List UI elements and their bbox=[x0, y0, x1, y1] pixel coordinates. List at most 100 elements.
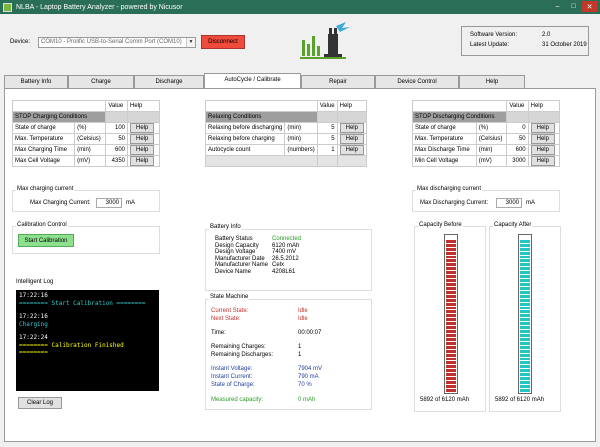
help-button[interactable]: Help bbox=[130, 156, 155, 166]
value-cell[interactable]: 5 bbox=[316, 133, 338, 145]
device-label: Device: bbox=[10, 39, 31, 45]
grid-filler bbox=[205, 155, 318, 167]
capacity-segment bbox=[520, 239, 530, 243]
capacity-segment bbox=[520, 290, 530, 294]
capacity-segment bbox=[446, 373, 456, 377]
log-line: ======== Start Calibration ======== bbox=[19, 299, 146, 307]
value-cell[interactable]: 5 bbox=[316, 122, 338, 134]
value-cell[interactable]: 4350 bbox=[105, 155, 128, 167]
capacity-segment bbox=[446, 384, 456, 388]
capacity-segment bbox=[520, 357, 530, 361]
capacity-after-bar bbox=[518, 234, 532, 394]
row-label: Relaxing before charging bbox=[204, 133, 286, 145]
remaining-discharges-value: 1 bbox=[298, 352, 302, 358]
help-button[interactable]: Help bbox=[530, 134, 555, 144]
help-button[interactable]: Help bbox=[130, 123, 155, 133]
tab-help[interactable]: Help bbox=[459, 75, 525, 89]
capacity-segment bbox=[520, 259, 530, 263]
time-value: 00:00:07 bbox=[298, 330, 322, 336]
max-discharging-input[interactable]: 3000 bbox=[496, 198, 522, 208]
row-unit: (mV) bbox=[74, 155, 107, 167]
instant-current-label: Instant Current: bbox=[211, 374, 253, 380]
capacity-segment bbox=[446, 271, 456, 275]
help-button[interactable]: Help bbox=[339, 145, 364, 155]
capacity-segment bbox=[520, 298, 530, 302]
latest-update-value: 31 October 2019 bbox=[542, 42, 587, 48]
capacity-segment bbox=[446, 283, 456, 286]
tab-repair[interactable]: Repair bbox=[301, 75, 375, 89]
window-titlebar: NLBA - Laptop Battery Analyzer - powered… bbox=[0, 0, 600, 14]
value-cell[interactable]: 0 bbox=[506, 122, 529, 134]
close-button[interactable]: ✕ bbox=[582, 1, 597, 12]
battery-info-list: Battery Status Connected Design Capacity 6… bbox=[215, 236, 301, 275]
capacity-segment bbox=[520, 349, 530, 353]
row-label: State of charge bbox=[11, 122, 76, 134]
minimize-button[interactable]: – bbox=[550, 1, 565, 12]
next-state-label: Next State: bbox=[211, 316, 241, 322]
max-charging-input[interactable]: 3000 bbox=[96, 198, 122, 208]
help-button[interactable]: Help bbox=[130, 134, 155, 144]
capacity-segment bbox=[520, 275, 530, 279]
discharging-conditions-grid: Value Help STOP Discharging Conditions St… bbox=[411, 100, 561, 167]
max-discharging-label: Max Discharging Current: bbox=[420, 200, 489, 206]
capacity-segment bbox=[520, 381, 530, 384]
tab-autocycle-calibrate[interactable]: AutoCycle / Calibrate bbox=[204, 73, 301, 89]
capacity-segment bbox=[446, 286, 456, 290]
capacity-segment bbox=[520, 373, 530, 377]
table-row: Max Charging Time (min) 600 Help bbox=[11, 144, 160, 156]
capacity-segment bbox=[446, 275, 456, 279]
value-cell[interactable]: 1 bbox=[316, 144, 338, 156]
maximize-button[interactable]: □ bbox=[566, 1, 581, 12]
info-label: Device Name bbox=[215, 268, 252, 275]
capacity-before-value: 5892 of 6120 mAh bbox=[420, 397, 470, 403]
value-cell[interactable]: 50 bbox=[105, 133, 128, 145]
help-button[interactable]: Help bbox=[530, 145, 555, 155]
capacity-segment bbox=[520, 384, 530, 388]
time-label: Time: bbox=[211, 330, 226, 336]
capacity-segment bbox=[446, 279, 456, 282]
tab-device-control[interactable]: Device Control bbox=[375, 75, 459, 89]
capacity-segment bbox=[520, 326, 530, 330]
tab-battery-info[interactable]: Battery Info bbox=[4, 75, 68, 89]
device-select[interactable]: COM10 - Prolific USB-to-Serial Comm Port… bbox=[38, 37, 196, 48]
capacity-segment bbox=[446, 330, 456, 333]
software-version-label: Software Version: bbox=[470, 32, 518, 38]
help-button[interactable]: Help bbox=[530, 156, 555, 166]
value-cell[interactable]: 600 bbox=[506, 144, 529, 156]
value-cell[interactable]: 100 bbox=[105, 122, 128, 134]
row-label: Max Discharge Time bbox=[412, 144, 477, 156]
help-button[interactable]: Help bbox=[339, 134, 364, 144]
capacity-segment bbox=[446, 369, 456, 373]
capacity-segment bbox=[446, 353, 456, 357]
disconnect-button[interactable]: Disconnect bbox=[201, 35, 245, 49]
help-button[interactable]: Help bbox=[530, 123, 555, 133]
capacity-segment bbox=[520, 333, 530, 337]
capacity-segment bbox=[520, 345, 530, 349]
log-line: ======== Calibration Finished ======== bbox=[19, 341, 124, 357]
capacity-segment bbox=[520, 330, 530, 333]
device-select-value: COM10 - Prolific USB-to-Serial Comm Port… bbox=[41, 39, 182, 45]
capacity-segment bbox=[446, 306, 456, 310]
start-calibration-button[interactable]: Start Calibration bbox=[18, 234, 74, 247]
state-machine-title: State Machine bbox=[209, 294, 250, 300]
clear-log-button[interactable]: Clear Log bbox=[18, 397, 62, 409]
value-cell[interactable]: 50 bbox=[506, 133, 529, 145]
col-value: Value bbox=[105, 100, 128, 112]
value-cell[interactable]: 600 bbox=[105, 144, 128, 156]
capacity-segment bbox=[520, 294, 530, 298]
log-time: 17:22:16 bbox=[19, 292, 48, 299]
help-button[interactable]: Help bbox=[339, 123, 364, 133]
capacity-before-fill bbox=[446, 239, 456, 392]
capacity-segment bbox=[520, 283, 530, 286]
intelligent-log[interactable]: 17:22:16 ======== Start Calibration ====… bbox=[16, 290, 159, 391]
row-label: Max. Temperature bbox=[11, 133, 76, 145]
capacity-segment bbox=[520, 361, 530, 365]
capacity-segment bbox=[520, 267, 530, 271]
value-cell[interactable]: 3000 bbox=[506, 155, 529, 167]
tab-charge[interactable]: Charge bbox=[68, 75, 134, 89]
row-unit: (Celsius) bbox=[475, 133, 508, 145]
chevron-down-icon[interactable]: ▼ bbox=[186, 38, 195, 47]
capacity-segment bbox=[520, 369, 530, 373]
tab-discharge[interactable]: Discharge bbox=[134, 75, 204, 89]
help-button[interactable]: Help bbox=[130, 145, 155, 155]
